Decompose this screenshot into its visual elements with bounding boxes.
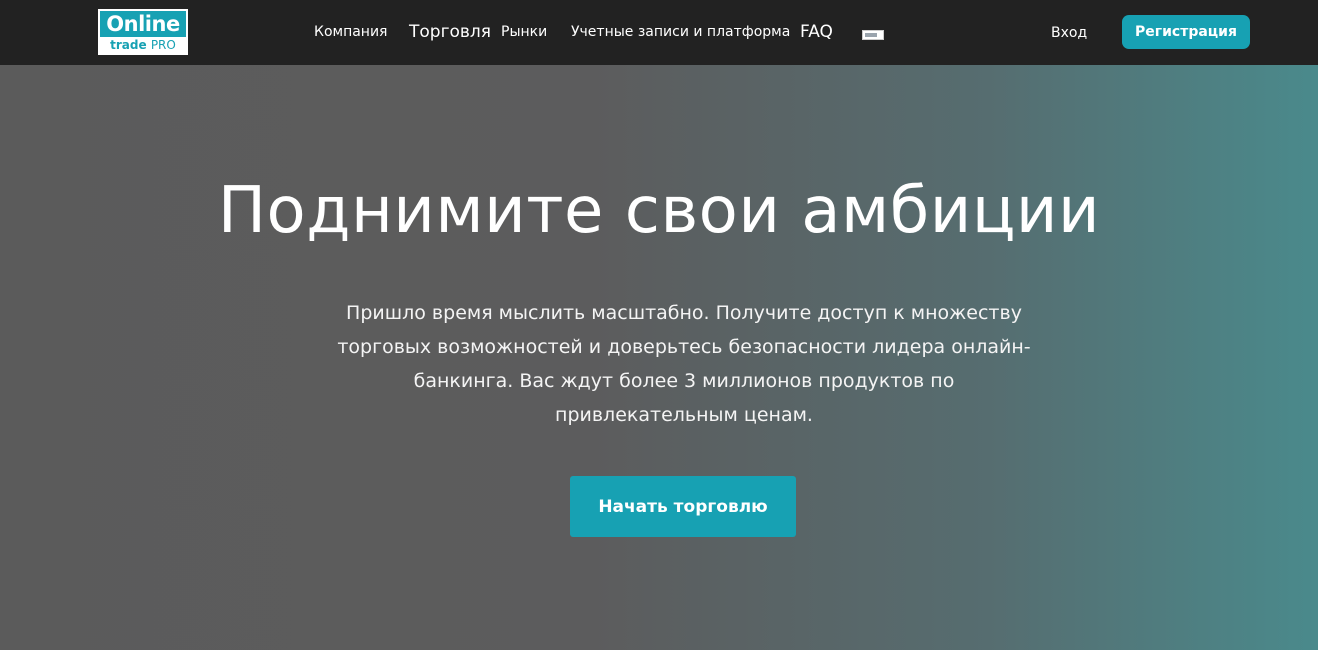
site-logo[interactable]: Online trade PRO: [98, 9, 188, 55]
nav-item-accounts-platform[interactable]: Учетные записи и платформа: [571, 21, 790, 43]
start-trading-button[interactable]: Начать торговлю: [570, 476, 796, 537]
hero-description: Пришло время мыслить масштабно. Получите…: [337, 302, 1031, 426]
logo-word-trade: trade: [110, 38, 147, 52]
hero-title: Поднимите свои амбиции: [217, 174, 1101, 248]
nav-item-markets[interactable]: Рынки: [501, 21, 547, 43]
hero-section: Поднимите свои амбиции Пришло время мысл…: [0, 65, 1318, 650]
nav-item-faq[interactable]: FAQ: [800, 21, 833, 43]
nav-item-company[interactable]: Компания: [314, 21, 387, 43]
register-button[interactable]: Регистрация: [1122, 15, 1250, 49]
page: Online trade PRO Компания Торговля Рынки…: [0, 0, 1318, 650]
login-link[interactable]: Вход: [1051, 22, 1087, 44]
top-navigation-bar: Online trade PRO Компания Торговля Рынки…: [0, 0, 1318, 65]
logo-line-1: Online: [106, 12, 180, 36]
flag-icon[interactable]: [862, 30, 884, 40]
logo-word-pro: PRO: [150, 38, 176, 52]
logo-line-2: trade PRO: [100, 37, 186, 53]
nav-item-trading[interactable]: Торговля: [409, 21, 491, 43]
